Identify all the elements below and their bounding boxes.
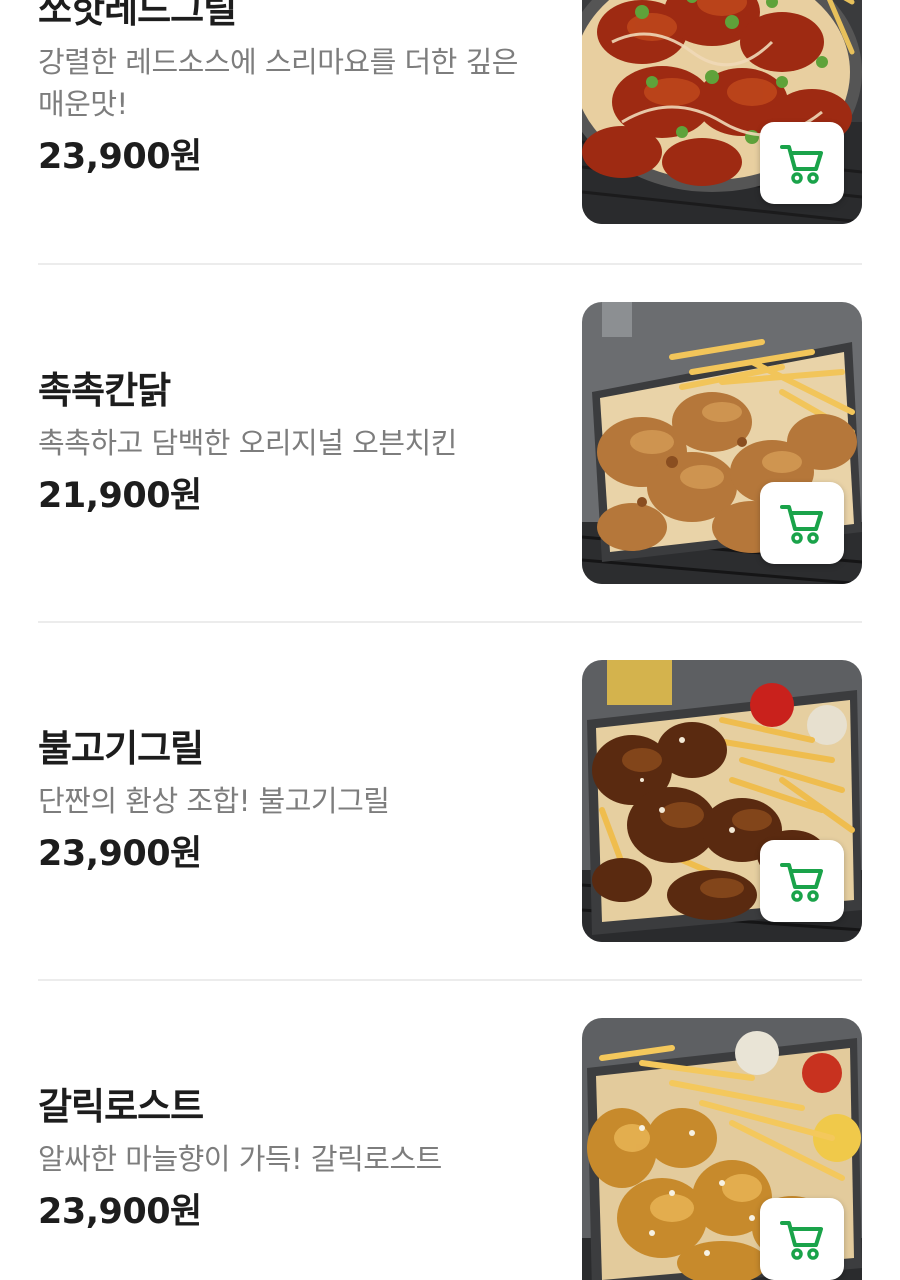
item-divider xyxy=(38,263,862,265)
menu-item-chokchok-kandak[interactable]: 촉촉칸닭 촉촉하고 담백한 오리지널 오븐치킨 21,900원 xyxy=(0,302,900,584)
menu-item-description: 단짠의 환상 조합! 불고기그릴 xyxy=(38,784,390,818)
garlic-roast-chicken-image[interactable] xyxy=(582,1018,862,1280)
menu-item-name: 불고기그릴 xyxy=(38,727,204,770)
spicy-red-grill-chicken-image[interactable] xyxy=(582,0,862,224)
menu-list: 쏘핫레드그릴 강렬한 레드소스에 스리마요를 더한 깊은 매운맛! 23,900… xyxy=(0,0,900,1280)
add-to-cart-button[interactable] xyxy=(760,1198,844,1280)
add-to-cart-button[interactable] xyxy=(760,482,844,564)
menu-item-price: 23,900원 xyxy=(38,137,202,177)
add-to-cart-button[interactable] xyxy=(760,122,844,204)
menu-item-price: 23,900원 xyxy=(38,834,202,874)
item-divider xyxy=(38,979,862,981)
menu-item-price: 21,900원 xyxy=(38,476,202,516)
menu-item-info: 갈릭로스트 알싸한 마늘향이 가득! 갈릭로스트 23,900원 xyxy=(38,1018,548,1280)
menu-item-sso-hot-red-grill[interactable]: 쏘핫레드그릴 강렬한 레드소스에 스리마요를 더한 깊은 매운맛! 23,900… xyxy=(0,0,900,224)
menu-item-info: 촉촉칸닭 촉촉하고 담백한 오리지널 오븐치킨 21,900원 xyxy=(38,302,548,584)
menu-item-info: 불고기그릴 단짠의 환상 조합! 불고기그릴 23,900원 xyxy=(38,660,548,942)
shopping-cart-icon xyxy=(780,145,823,184)
menu-item-price: 23,900원 xyxy=(38,1192,202,1232)
menu-item-info: 쏘핫레드그릴 강렬한 레드소스에 스리마요를 더한 깊은 매운맛! 23,900… xyxy=(38,0,548,224)
shopping-cart-icon xyxy=(780,505,823,544)
bulgogi-grill-chicken-image[interactable] xyxy=(582,660,862,942)
roast-chicken-fries-image[interactable] xyxy=(582,302,862,584)
menu-item-name: 쏘핫레드그릴 xyxy=(38,0,237,31)
menu-item-description: 촉촉하고 담백한 오리지널 오븐치킨 xyxy=(38,426,457,460)
menu-item-bulgogi-grill[interactable]: 불고기그릴 단짠의 환상 조합! 불고기그릴 23,900원 xyxy=(0,660,900,942)
menu-item-description: 알싸한 마늘향이 가득! 갈릭로스트 xyxy=(38,1142,442,1176)
menu-item-garlic-roast[interactable]: 갈릭로스트 알싸한 마늘향이 가득! 갈릭로스트 23,900원 xyxy=(0,1018,900,1280)
menu-item-name: 촉촉칸닭 xyxy=(38,369,171,412)
menu-item-description: 강렬한 레드소스에 스리마요를 더한 깊은 매운맛! xyxy=(38,45,518,121)
menu-item-name: 갈릭로스트 xyxy=(38,1085,204,1128)
shopping-cart-icon xyxy=(780,863,823,902)
shopping-cart-icon xyxy=(780,1221,823,1260)
item-divider xyxy=(38,621,862,623)
add-to-cart-button[interactable] xyxy=(760,840,844,922)
